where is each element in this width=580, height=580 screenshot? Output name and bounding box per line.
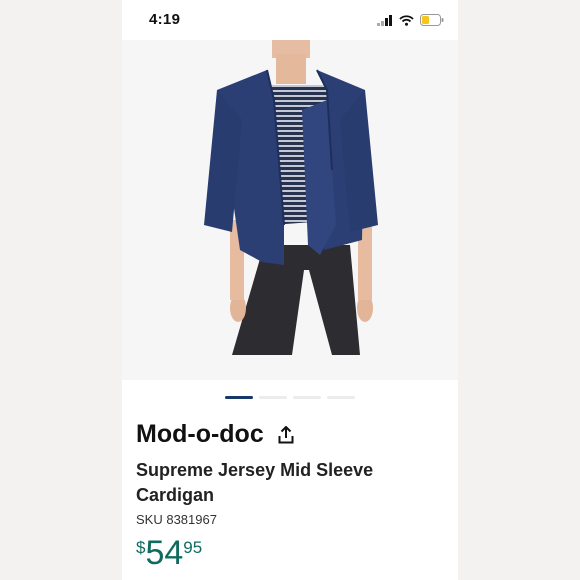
battery-icon <box>420 14 444 26</box>
carousel-dot-4[interactable] <box>327 396 355 399</box>
price-currency: $ <box>136 538 146 557</box>
product-price: $ 54 95 <box>136 535 202 571</box>
share-icon[interactable] <box>278 425 294 444</box>
price-dollars: 54 <box>145 534 184 572</box>
status-bar: 4:19 <box>122 0 458 40</box>
price-cents: 95 <box>183 538 203 557</box>
product-title: Supreme Jersey Mid Sleeve Cardigan <box>136 460 374 505</box>
phone-screen: 4:19 Mod-o-doc Supreme Jersey Mid Sleeve… <box>122 0 458 580</box>
carousel-dot-1[interactable] <box>225 396 253 399</box>
product-photo-graphic <box>204 40 378 355</box>
product-image[interactable] <box>122 40 458 380</box>
signal-icon <box>377 14 392 26</box>
carousel-dot-3[interactable] <box>293 396 321 399</box>
wifi-icon <box>399 14 414 26</box>
brand-name[interactable]: Mod-o-doc <box>136 420 264 449</box>
carousel-dot-2[interactable] <box>259 396 287 399</box>
carousel-indicator <box>122 396 458 399</box>
status-icons <box>377 14 444 26</box>
status-time: 4:19 <box>149 11 181 28</box>
brand-row: Mod-o-doc <box>136 420 294 449</box>
product-sku: SKU 8381967 <box>136 512 217 527</box>
